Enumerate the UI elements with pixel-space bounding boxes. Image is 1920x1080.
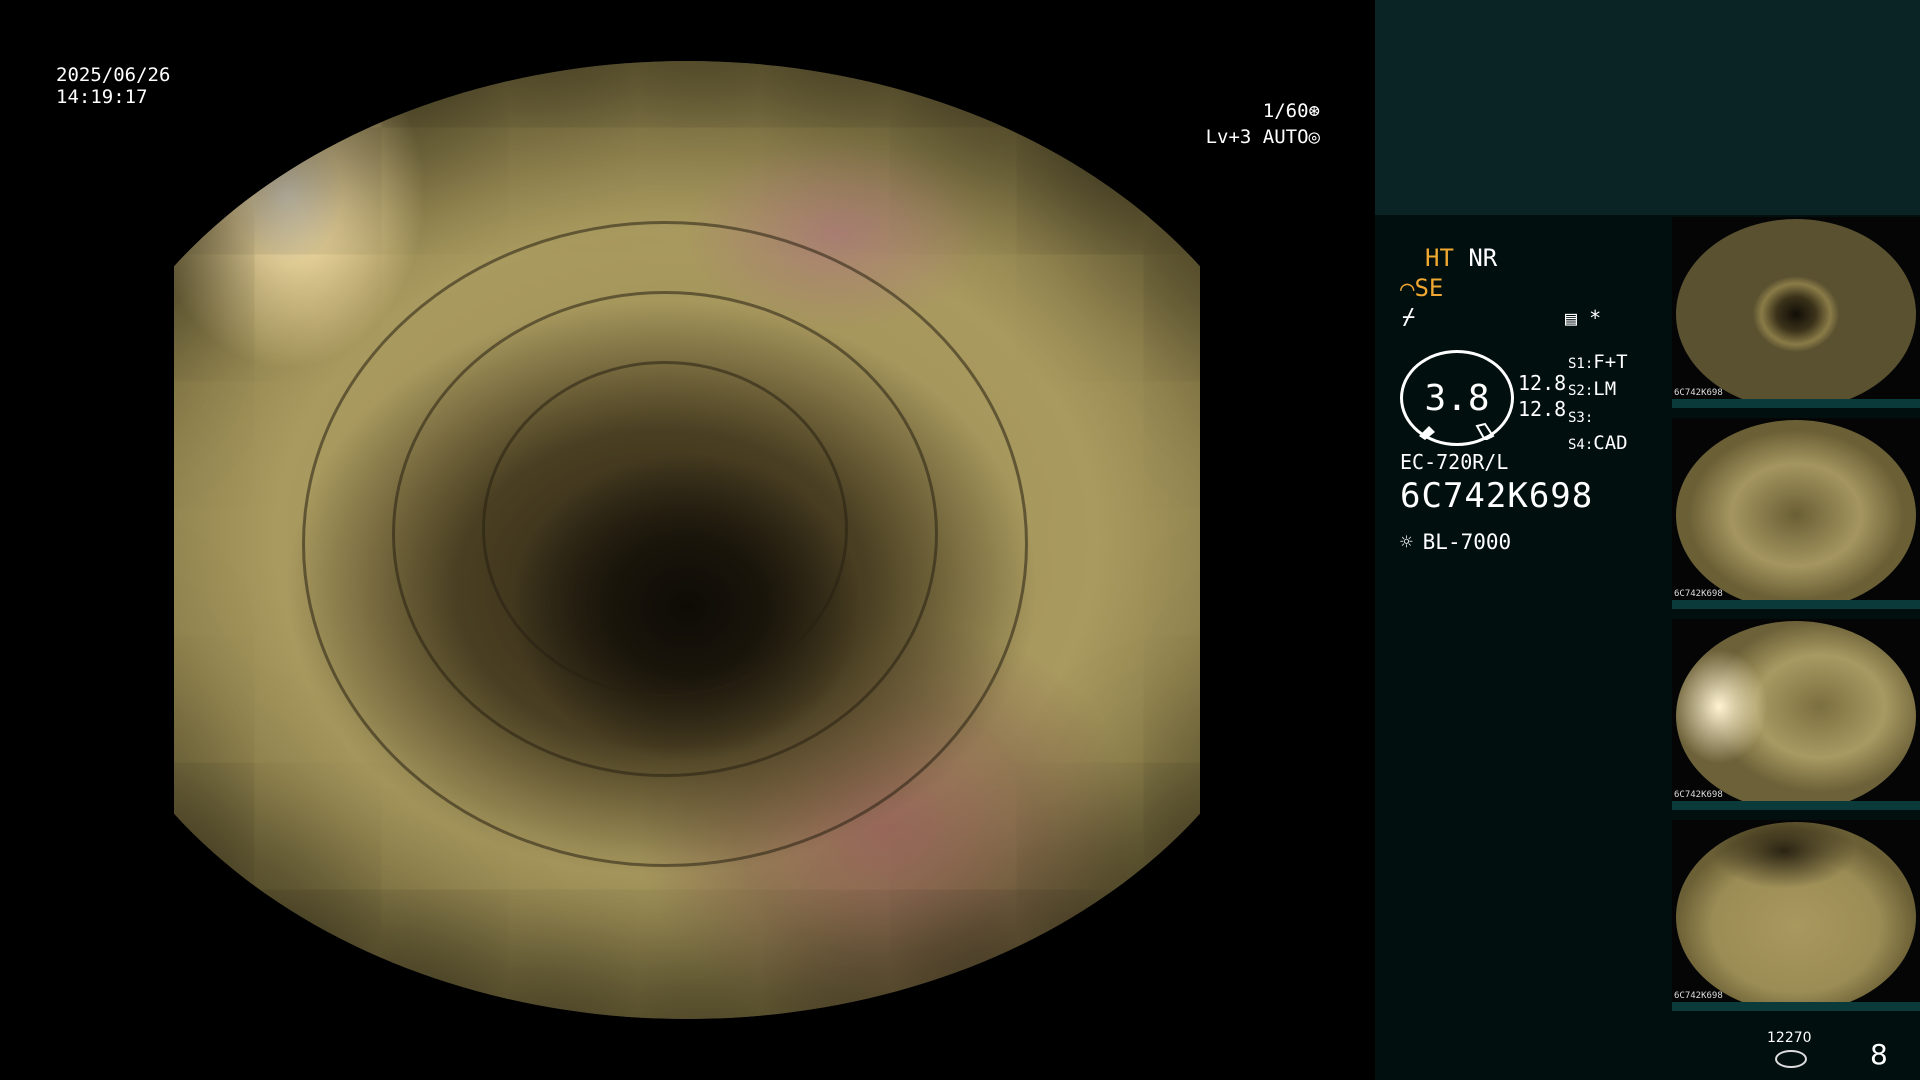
- thumbnail-id: 6C742K698: [1674, 589, 1723, 599]
- timestamp: 2025/06/26 14:19:17: [56, 64, 170, 108]
- light-source-icon: ☼: [1400, 530, 1413, 554]
- level-text: Lv+3: [1205, 126, 1252, 148]
- time-text: 14:19:17: [56, 86, 148, 108]
- slot-row: S4:CAD: [1568, 432, 1628, 454]
- thumbnail-bar: [1672, 801, 1920, 810]
- memo-status: ▤ *: [1565, 306, 1601, 330]
- lumen-fold: [302, 221, 1028, 867]
- storage-count: 12270: [1767, 1030, 1812, 1046]
- thumbnail[interactable]: 6C742K698: [1672, 820, 1920, 1011]
- date-text: 2025/06/26: [56, 64, 171, 86]
- thumbnail-id: 6C742K698: [1674, 388, 1723, 398]
- scope-model: EC-720R/L: [1400, 450, 1509, 474]
- lumen-fold: [392, 291, 938, 777]
- value-1: 12.8: [1518, 371, 1567, 395]
- iris-icon: ◎: [1308, 126, 1320, 148]
- dial-indicator-icon: [1419, 422, 1495, 440]
- light-source: ☼ BL-7000: [1400, 530, 1511, 554]
- thumbnail-id: 6C742K698: [1674, 790, 1723, 800]
- page-number: 8: [1870, 1038, 1888, 1071]
- dial-values: 12.8 12.8: [1518, 370, 1566, 422]
- value-2: 12.8: [1518, 397, 1567, 421]
- shutter-text: 1/60: [1262, 100, 1309, 122]
- flash-off-icon: ⌿: [1402, 305, 1416, 330]
- auto-text: AUTO: [1262, 126, 1309, 148]
- switch-assignments: S1:F+T S2:LM S3: S4:CAD: [1568, 350, 1628, 458]
- info-panel-header: [1375, 0, 1920, 215]
- disk-icon: [1775, 1050, 1807, 1068]
- lumen-fold: [482, 361, 848, 697]
- thumbnail[interactable]: 6C742K698: [1672, 418, 1920, 609]
- thumbnail-bar: [1672, 600, 1920, 609]
- thumbnail-image: [1676, 420, 1916, 609]
- ht-label: HT: [1425, 244, 1454, 272]
- se-status: ⌒SE: [1400, 274, 1443, 302]
- dial-value: 3.8: [1424, 377, 1490, 419]
- memo-icon: ▤: [1565, 306, 1578, 330]
- thumbnail-bar: [1672, 399, 1920, 408]
- slot-row: S3:: [1568, 410, 1594, 426]
- se-label: SE: [1414, 274, 1444, 302]
- light-source-label: BL-7000: [1422, 530, 1512, 554]
- aperture-icon: ⊛: [1308, 100, 1320, 122]
- slot-row: S1:F+T: [1568, 351, 1628, 373]
- nr-label: NR: [1468, 244, 1498, 272]
- thumbnail-image: [1676, 621, 1916, 810]
- scope-serial: 6C742K698: [1400, 476, 1594, 516]
- exposure-info: 1/60⊛ Lv+3 AUTO◎: [1206, 98, 1320, 150]
- thumbnail[interactable]: 6C742K698: [1672, 619, 1920, 810]
- thumbnail-id: 6C742K698: [1674, 991, 1723, 1001]
- thumbnail-bar: [1672, 1002, 1920, 1011]
- star-mark: *: [1589, 306, 1602, 330]
- thumbnail-image: [1676, 219, 1916, 408]
- tool-icon: ⌒: [1400, 274, 1415, 302]
- endoscope-image: [174, 61, 1200, 1019]
- slot-row: S2:LM: [1568, 378, 1617, 400]
- endoscope-live-view: [62, 61, 1312, 1019]
- thumbnail[interactable]: 6C742K698: [1672, 217, 1920, 408]
- ht-nr-status: HT NR: [1425, 244, 1497, 272]
- thumbnail-strip: 6C742K698 6C742K698 6C742K698 6C742K698: [1672, 217, 1920, 1021]
- thumbnail-image: [1676, 822, 1916, 1011]
